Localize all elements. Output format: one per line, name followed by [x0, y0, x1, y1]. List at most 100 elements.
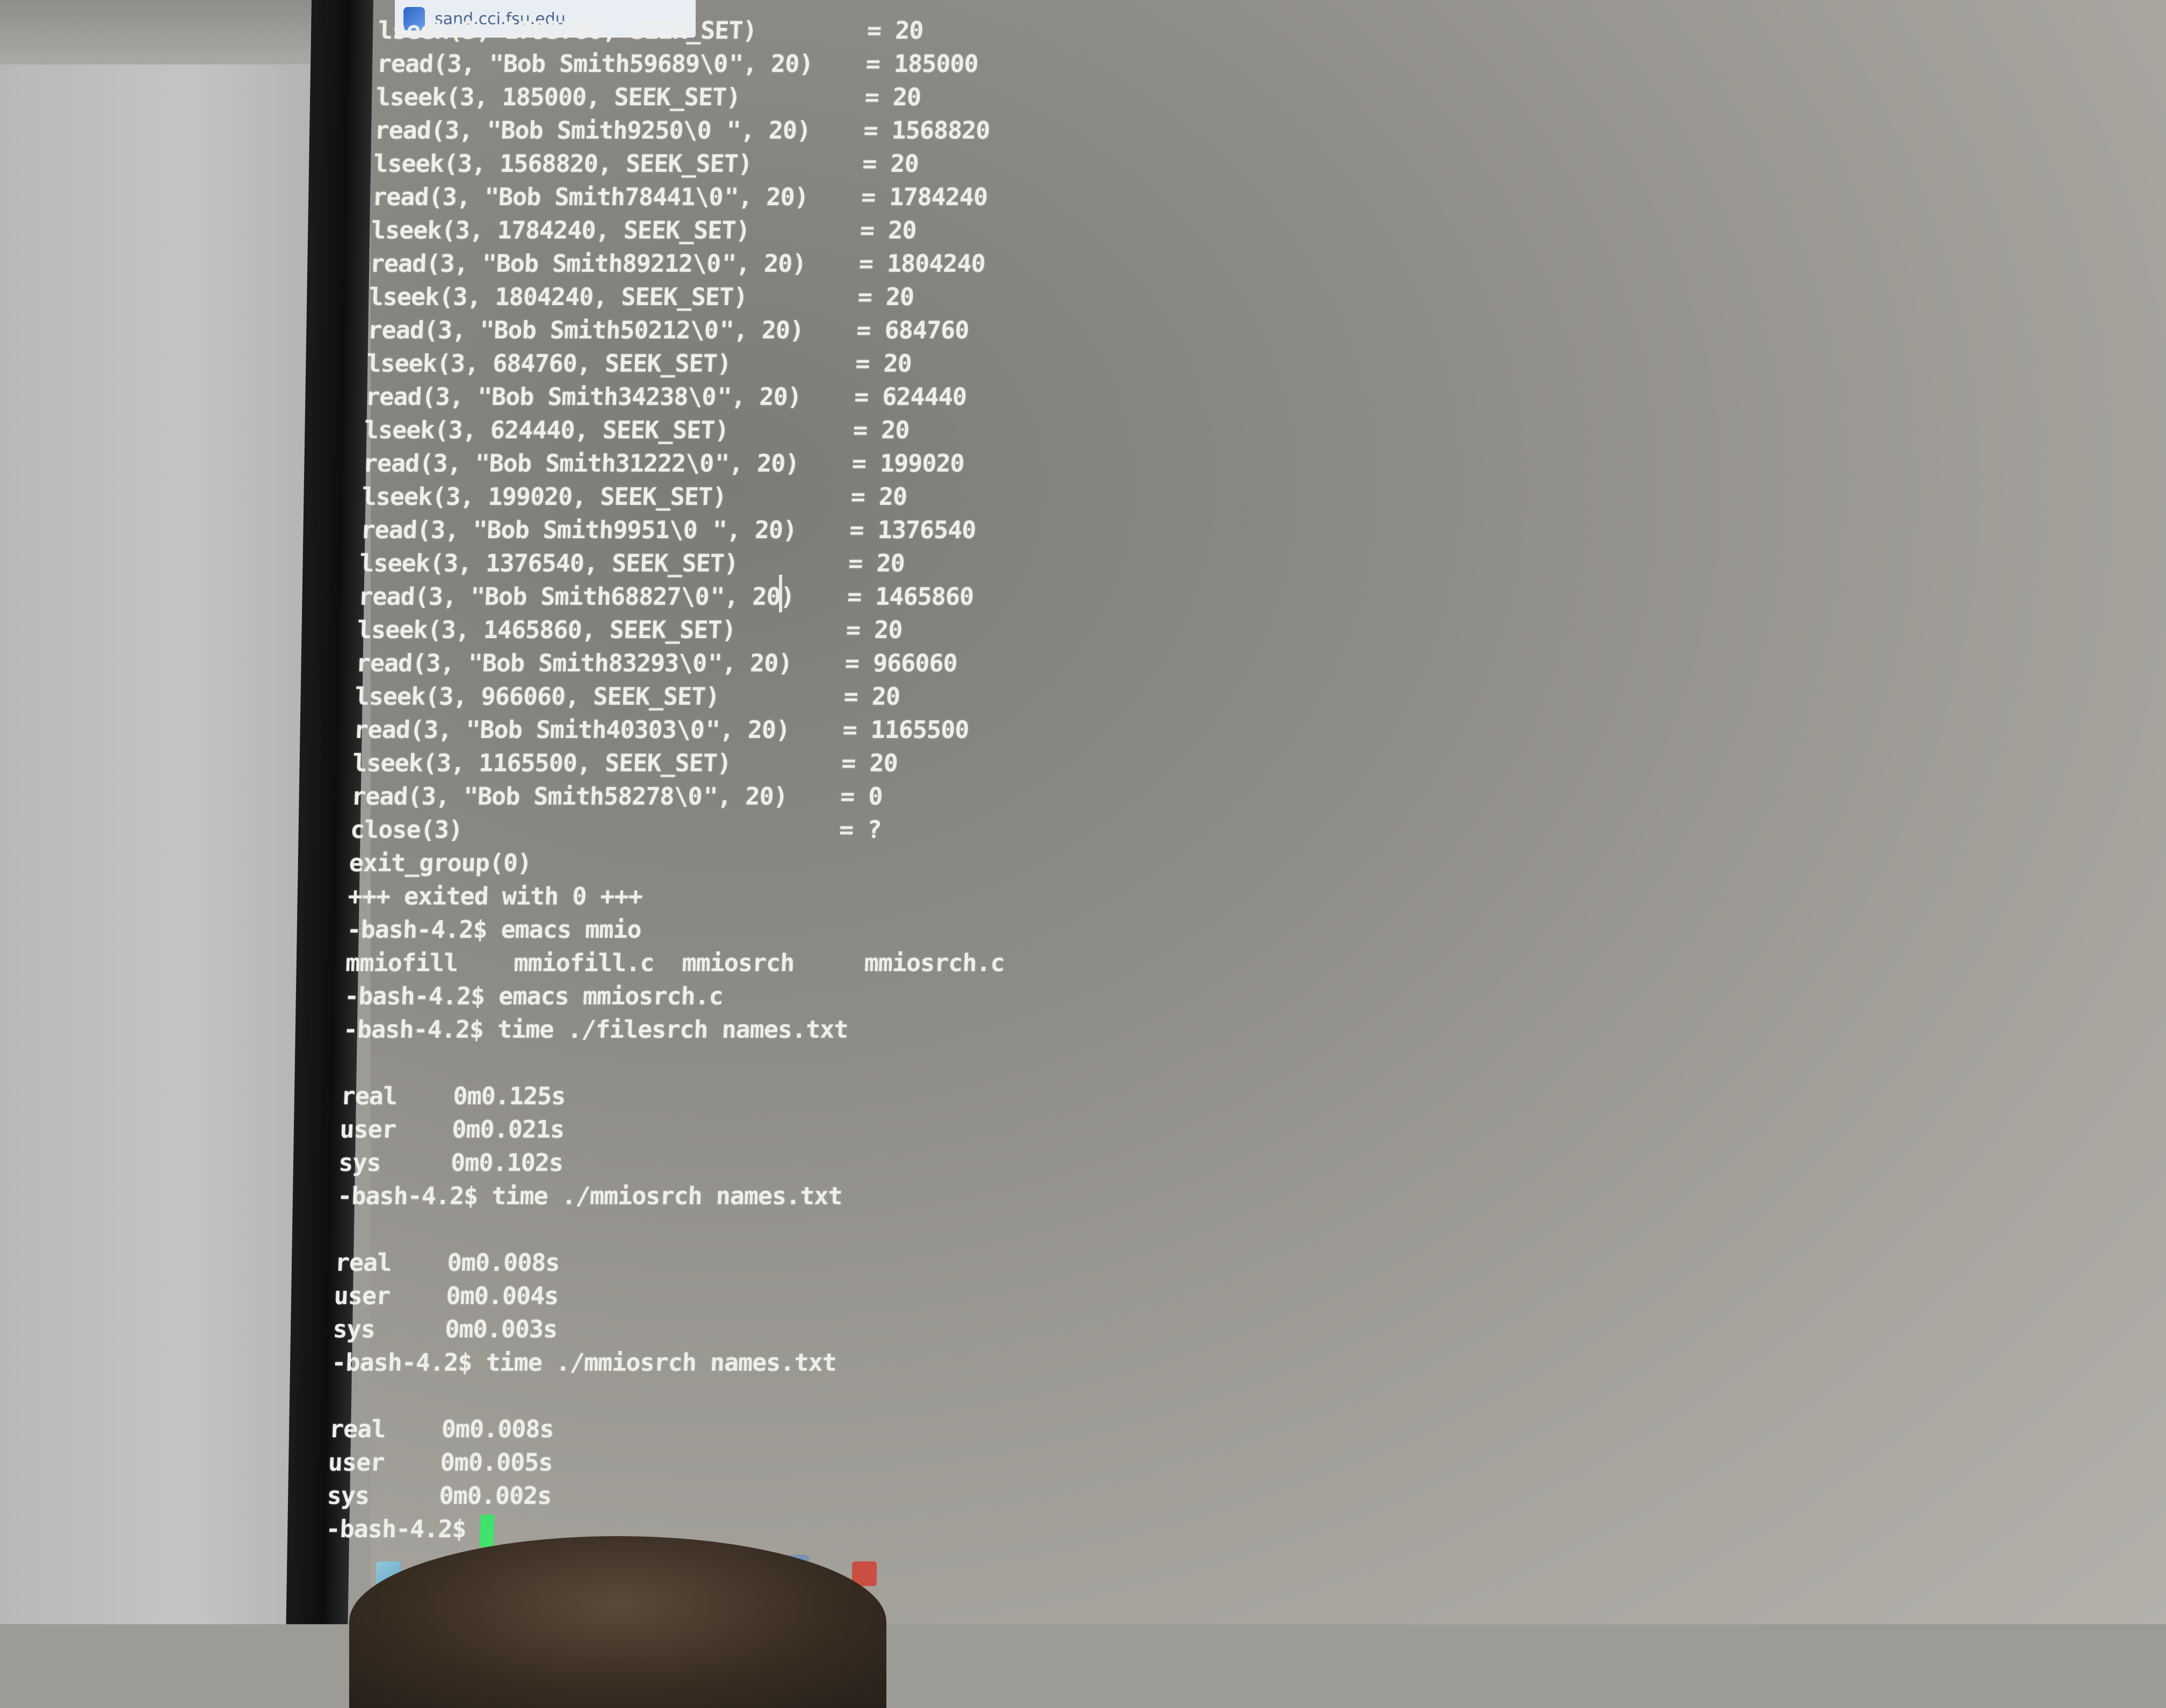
terminal-line: lseek(3, 1804240, SEEK_SET) = 20 — [369, 283, 1659, 316]
terminal-line: -bash-4.2$ time ./filesrch names.txt — [343, 1015, 1633, 1048]
terminal-line: user 0m0.021s — [339, 1115, 1629, 1148]
terminal-line-c1: -bash-4.2$ emacs mmiosrch.c — [344, 982, 724, 1010]
terminal-line: sys 0m0.002s — [327, 1481, 1617, 1515]
terminal-line-c1: sys 0m0.102s — [338, 1148, 564, 1177]
terminal-line-c3: = 20 — [857, 283, 915, 311]
terminal-line-c3: = 20 — [853, 416, 910, 444]
terminal-line-c1: close(3) — [350, 815, 463, 844]
terminal-line-c2: ", 20) — [719, 316, 805, 344]
terminal-line-c3: = 199020 — [851, 449, 965, 477]
terminal-line: read(3, "Bob Smith83293\0 ", 20) = 966060 — [356, 649, 1646, 682]
terminal-line: read(3, "Bob Smith50212\0 ", 20) = 684760 — [367, 316, 1657, 349]
terminal-line-c3: = 20 — [848, 549, 905, 577]
terminal-line: read(3, "Bob Smith9250\0 ", 20) = 1568820 — [374, 116, 1664, 149]
terminal-cursor — [479, 1515, 495, 1547]
terminal-line-c1: sys 0m0.003s — [332, 1315, 558, 1343]
terminal-line: read(3, "Bob Smith89212\0 ", 20) = 1804240 — [370, 249, 1660, 283]
terminal-line-c2: ", 20) — [728, 49, 814, 78]
terminal-line: read(3, "Bob Smith58278\0 ", 20) = 0 — [351, 782, 1641, 815]
terminal-line: user 0m0.004s — [334, 1282, 1624, 1315]
terminal-line-c2: ", 20) — [721, 249, 807, 278]
terminal-line-c3: = 20 — [864, 83, 922, 111]
terminal-line-c1: lseek(3, 1376540, SEEK_SET) — [359, 549, 739, 577]
terminal-line: read(3, "Bob Smith31222\0 ", 20) = 199020 — [363, 449, 1653, 482]
terminal-line-c1: lseek(3, 624440, SEEK_SET) — [364, 416, 730, 444]
terminal-line-c1: read(3, "Bob Smith50212\0 — [367, 316, 719, 344]
terminal-line-c2: ", 20) — [707, 649, 793, 677]
terminal-line-c2: ", 20) — [724, 183, 809, 211]
terminal-line: lseek(3, 185000, SEEK_SET) = 20 — [376, 83, 1666, 116]
terminal-line-c1: lseek(3, 684760, SEEK_SET) — [366, 349, 732, 378]
terminal-line: sys 0m0.003s — [332, 1315, 1622, 1348]
terminal-line: sys 0m0.102s — [338, 1148, 1628, 1182]
terminal-line-c3: = 624440 — [854, 382, 967, 411]
terminal-line-c3: = 20 — [855, 349, 912, 378]
terminal-line-c3: = 966060 — [844, 649, 958, 677]
terminal-line-c1: user 0m0.005s — [328, 1448, 553, 1477]
terminal-line-c1: -bash-4.2$ time ./mmiosrch names.txt — [337, 1182, 843, 1210]
terminal-line-c1: lseek(3, 1165500, SEEK_SET) — [352, 749, 732, 777]
terminal-line-c1: read(3, "Bob Smith9951\0 — [360, 516, 698, 544]
terminal-line: lseek(3, 1793780, SEEK_SET) = 20 — [378, 16, 1668, 49]
terminal-line: read(3, "Bob Smith59689\0 ", 20) = 185000 — [377, 49, 1667, 83]
terminal-output[interactable]: lseek(3, 1793780, SEEK_SET) = 20 read(3, "… — [325, 16, 1668, 1548]
terminal-line: lseek(3, 1376540, SEEK_SET) = 20 — [359, 549, 1649, 582]
terminal-line-c3: = 1804240 — [858, 249, 986, 278]
terminal-line-c2: ", 20) — [717, 382, 802, 411]
terminal-line-c2: ", 20) — [726, 116, 812, 144]
terminal-line-c1: read(3, "Bob Smith34238\0 — [365, 382, 717, 411]
terminal-line-c3: = 20 — [846, 616, 903, 644]
terminal-line-c1: +++ exited with 0 +++ — [347, 882, 643, 910]
terminal-line-c3: = 1465860 — [847, 582, 974, 611]
terminal-line-c1: exit_group(0) — [349, 849, 532, 877]
terminal-line-c1: user 0m0.021s — [339, 1115, 565, 1144]
terminal-line: real 0m0.125s — [341, 1082, 1631, 1115]
terminal-line-c3: = 20 — [843, 682, 901, 711]
terminal-line-c1: -bash-4.2$ emacs mmio — [346, 915, 642, 944]
terminal-line: exit_group(0) — [349, 849, 1639, 882]
terminal-line: -bash-4.2$ time ./mmiosrch names.txt — [337, 1182, 1627, 1215]
terminal-line-c1: real 0m0.008s — [335, 1248, 560, 1277]
terminal-line-c2: ", 20) — [705, 715, 791, 744]
terminal-line: read(3, "Bob Smith78441\0 ", 20) = 1784240 — [372, 183, 1662, 216]
terminal-line-c3: = ? — [839, 815, 882, 844]
terminal-line: close(3) = ? — [350, 815, 1640, 849]
terminal-line: lseek(3, 1784240, SEEK_SET) = 20 — [371, 216, 1661, 249]
terminal-line: read(3, "Bob Smith40303\0 ", 20) = 1165500 — [353, 715, 1643, 749]
terminal-line: lseek(3, 1165500, SEEK_SET) = 20 — [352, 749, 1642, 782]
terminal-line-c3: = 0 — [840, 782, 883, 810]
terminal-line-c1: real 0m0.008s — [329, 1415, 554, 1443]
terminal-line-c3: = 1784240 — [861, 183, 988, 211]
terminal-line-c1: lseek(3, 1568820, SEEK_SET) — [373, 149, 753, 178]
terminal-line-c3: = 20 — [867, 16, 924, 45]
terminal-line: read(3, "Bob Smith9951\0 ", 20) = 1376540 — [360, 516, 1650, 549]
terminal-line-c1: read(3, "Bob Smith83293\0 — [356, 649, 707, 677]
terminal-line: lseek(3, 624440, SEEK_SET) = 20 — [364, 416, 1654, 449]
terminal-line-c1: mmiofill mmiofill.c mmiosrch mmiosrch.c — [345, 949, 1005, 977]
terminal-line-c1: lseek(3, 1793780, SEEK_SET) — [378, 16, 757, 45]
terminal-line-c3: = 20 — [862, 149, 919, 178]
terminal-line: +++ exited with 0 +++ — [348, 882, 1638, 915]
terminal-line-c3: = 1568820 — [863, 116, 991, 144]
terminal-line-c1: lseek(3, 966060, SEEK_SET) — [354, 682, 720, 711]
room-ceiling — [0, 0, 344, 64]
terminal-line: -bash-4.2$ emacs mmiosrch.c — [344, 982, 1634, 1015]
terminal-line-c1: read(3, "Bob Smith68827\0 — [358, 582, 710, 611]
terminal-line-c1: read(3, "Bob Smith31222\0 — [363, 449, 714, 477]
audience-head — [349, 1536, 886, 1708]
terminal-line-c3: = 20 — [860, 216, 917, 244]
terminal-line: real 0m0.008s — [329, 1415, 1619, 1448]
terminal-line-c1: real 0m0.125s — [340, 1082, 566, 1110]
terminal-line-c3: = 1165500 — [842, 715, 970, 744]
terminal-line: lseek(3, 1465860, SEEK_SET) = 20 — [357, 616, 1647, 649]
terminal-line: lseek(3, 199020, SEEK_SET) = 20 — [362, 482, 1652, 516]
terminal-line: lseek(3, 684760, SEEK_SET) = 20 — [366, 349, 1656, 382]
terminal-line-c1: read(3, "Bob Smith9250\0 — [374, 116, 712, 144]
terminal-line: user 0m0.005s — [328, 1448, 1618, 1481]
text-cursor-ibeam-icon — [779, 575, 782, 612]
terminal-line-c3: = 684760 — [856, 316, 970, 344]
terminal-line-c1: -bash-4.2$ time ./mmiosrch names.txt — [331, 1348, 837, 1377]
terminal-line: mmiofill mmiofill.c mmiosrch mmiosrch.c — [345, 949, 1635, 982]
